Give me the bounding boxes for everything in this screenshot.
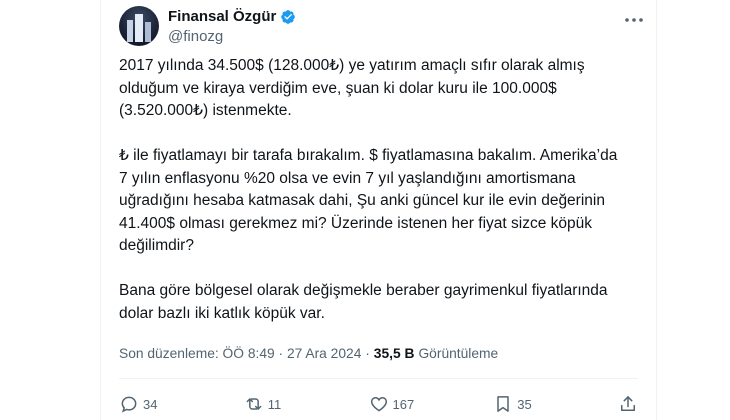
- repost-icon: [246, 398, 262, 410]
- tweet-text: 2017 yılında 34.500$ (128.000₺) ye yatır…: [119, 57, 618, 322]
- repost-button[interactable]: 11: [244, 392, 369, 416]
- more-options-icon[interactable]: [622, 10, 646, 30]
- like-button[interactable]: 167: [369, 392, 494, 416]
- reply-button[interactable]: 34: [119, 392, 244, 416]
- avatar[interactable]: [119, 6, 159, 46]
- share-icon: [621, 396, 635, 411]
- heart-icon: [370, 396, 387, 412]
- tweet-meta: Son düzenleme: ÖÖ 8:49 · 27 Ara 2024 · 3…: [119, 346, 498, 361]
- reply-count: 34: [143, 396, 158, 412]
- tweet-card: Finansal Özgür @finozg 2017 yılında 34.5…: [100, 0, 657, 420]
- views-label: Görüntüleme: [418, 346, 499, 361]
- action-bar: 34 11 167 35: [119, 392, 656, 416]
- bookmark-count: 35: [517, 396, 532, 412]
- author-handle[interactable]: @finozg: [168, 28, 223, 45]
- share-button[interactable]: [618, 392, 638, 416]
- verified-badge-icon: [281, 9, 296, 24]
- views-count: 35,5 B: [373, 346, 415, 361]
- reply-icon: [121, 396, 137, 413]
- author-name-row[interactable]: Finansal Özgür: [168, 8, 296, 25]
- like-count: 167: [392, 396, 415, 412]
- repost-count: 11: [267, 396, 282, 412]
- edited-timestamp[interactable]: Son düzenleme: ÖÖ 8:49 · 27 Ara 2024 ·: [119, 346, 370, 361]
- divider: [119, 378, 638, 379]
- bookmark-button[interactable]: 35: [493, 392, 618, 416]
- tweet-header: Finansal Özgür @finozg: [119, 6, 646, 46]
- bookmark-icon: [497, 396, 509, 412]
- author-name[interactable]: Finansal Özgür: [168, 8, 276, 25]
